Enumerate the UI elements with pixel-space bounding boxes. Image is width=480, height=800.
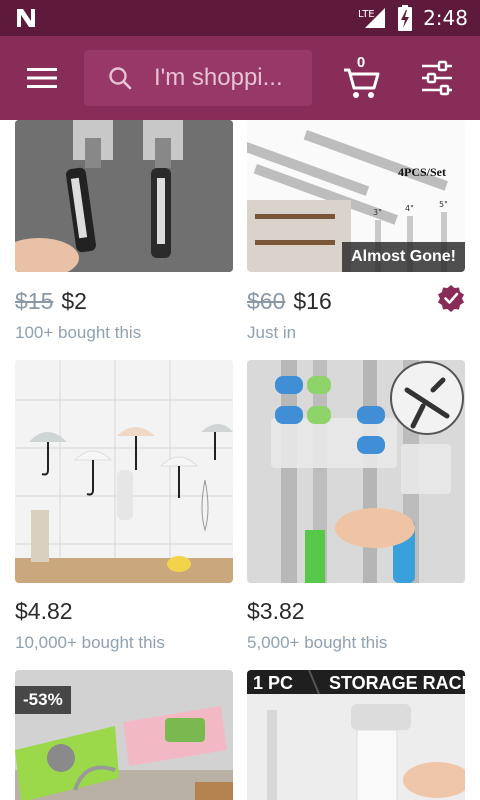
purchase-count: 10,000+ bought this	[15, 633, 165, 652]
product-image	[247, 360, 465, 583]
notification-n-icon	[17, 9, 35, 27]
filter-sliders-icon	[422, 60, 452, 96]
price-row: $60 $16	[247, 288, 332, 315]
search-input[interactable]: I'm shoppi...	[84, 50, 312, 106]
search-icon	[109, 67, 132, 90]
status-bar: LTE 2:48	[0, 0, 480, 36]
original-price: $60	[247, 288, 286, 314]
original-price: $15	[15, 288, 54, 314]
banner-left-text: 1 PC	[253, 673, 293, 693]
svg-text:4": 4"	[405, 204, 414, 213]
svg-text:3": 3"	[373, 208, 382, 217]
product-image	[15, 360, 233, 583]
banner-right-text: STORAGE RACK	[329, 673, 465, 693]
cart-button[interactable]: 0	[338, 52, 384, 102]
sale-price: $4.82	[15, 598, 73, 624]
price-row: $15 $2	[15, 288, 87, 315]
sale-price: $16	[293, 288, 332, 314]
purchase-count: 5,000+ bought this	[247, 633, 388, 652]
clock: 2:48	[423, 6, 468, 30]
battery-charging-icon	[398, 5, 413, 31]
cart-icon: 0	[344, 54, 380, 98]
menu-button[interactable]	[14, 56, 70, 100]
filter-button[interactable]	[414, 56, 460, 100]
hamburger-icon	[27, 68, 57, 88]
product-feed[interactable]: $15 $2 100+ bought this 4PCS/Set 3" 4" 5…	[0, 120, 480, 800]
network-type: LTE	[358, 9, 375, 20]
price-row: $3.82	[247, 598, 305, 625]
product-image: 1 PC STORAGE RACK	[247, 670, 465, 800]
product-status: Just in	[247, 323, 297, 342]
almost-gone-badge: Almost Gone!	[342, 242, 465, 272]
price-row: $4.82	[15, 598, 73, 625]
discount-badge: -53%	[15, 686, 71, 714]
search-placeholder: I'm shoppi...	[154, 64, 283, 91]
sale-price: $3.82	[247, 598, 305, 624]
sale-price: $2	[61, 288, 87, 314]
purchase-count: 100+ bought this	[15, 323, 142, 342]
product-image	[15, 120, 233, 272]
app-bar: I'm shoppi... 0	[0, 36, 480, 120]
cart-count: 0	[357, 54, 365, 71]
lte-signal-icon: LTE	[358, 8, 386, 28]
product-image: 4PCS/Set 3" 4" 5" Almost Gone!	[247, 120, 465, 272]
product-image: -53%	[15, 670, 233, 800]
image-caption: 4PCS/Set	[398, 165, 446, 179]
verified-badge-icon	[438, 285, 464, 312]
svg-text:5": 5"	[439, 200, 448, 209]
